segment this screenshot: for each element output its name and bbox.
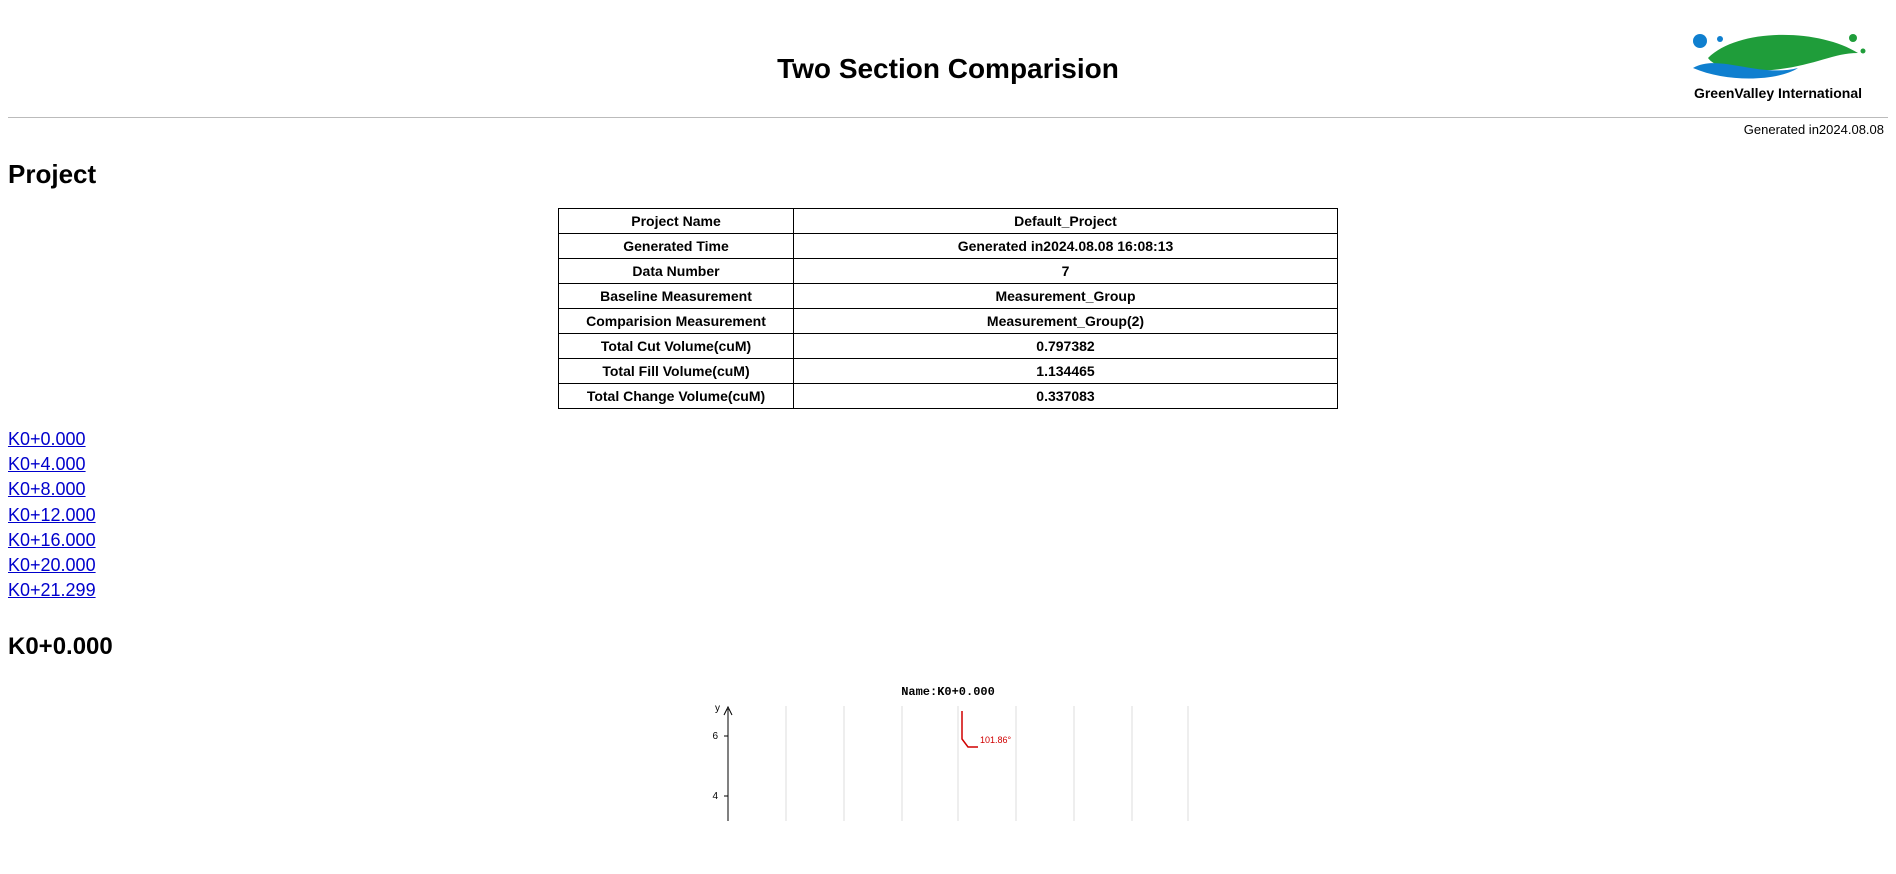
project-row: Total Cut Volume(cuM)0.797382 [559, 334, 1338, 359]
project-row-key: Baseline Measurement [559, 284, 794, 309]
project-row-value: Default_Project [794, 209, 1338, 234]
project-row: Generated TimeGenerated in2024.08.08 16:… [559, 234, 1338, 259]
project-row: Total Fill Volume(cuM)1.134465 [559, 359, 1338, 384]
y-tick-4: 4 [712, 791, 718, 802]
section-link[interactable]: K0+4.000 [8, 454, 86, 474]
chart-title-text: Name:K0+0.000 [901, 685, 995, 699]
project-info-table: Project NameDefault_ProjectGenerated Tim… [558, 208, 1338, 409]
chart-y-axis: y 6 4 [712, 703, 732, 821]
project-row-key: Project Name [559, 209, 794, 234]
brand-logo-text: GreenValley International [1688, 85, 1868, 101]
project-row-key: Data Number [559, 259, 794, 284]
section-link[interactable]: K0+16.000 [8, 530, 96, 550]
section-link[interactable]: K0+0.000 [8, 429, 86, 449]
project-row-key: Total Cut Volume(cuM) [559, 334, 794, 359]
project-row: Baseline MeasurementMeasurement_Group [559, 284, 1338, 309]
section-link[interactable]: K0+12.000 [8, 505, 96, 525]
section-chart: Name:K0+0.000 y 6 4 101.86 [668, 681, 1228, 821]
project-row-key: Total Fill Volume(cuM) [559, 359, 794, 384]
project-row: Total Change Volume(cuM)0.337083 [559, 384, 1338, 409]
project-row: Comparision MeasurementMeasurement_Group… [559, 309, 1338, 334]
project-row-value: 0.797382 [794, 334, 1338, 359]
y-tick-6: 6 [712, 731, 718, 742]
chart-profile-line: 101.86° [962, 711, 1012, 747]
project-row: Project NameDefault_Project [559, 209, 1338, 234]
report-header: Two Section Comparision GreenValley Inte… [8, 8, 1888, 118]
project-row-key: Total Change Volume(cuM) [559, 384, 794, 409]
section-heading: K0+0.000 [8, 633, 1888, 661]
project-row-value: Measurement_Group(2) [794, 309, 1338, 334]
chart-grid [728, 706, 1188, 821]
section-link[interactable]: K0+21.299 [8, 580, 96, 600]
project-row-key: Generated Time [559, 234, 794, 259]
project-row-value: 1.134465 [794, 359, 1338, 384]
greenvalley-logo-icon [1688, 23, 1868, 83]
project-row: Data Number7 [559, 259, 1338, 284]
section-link[interactable]: K0+8.000 [8, 479, 86, 499]
chart-annotation: 101.86° [980, 735, 1012, 745]
project-row-key: Comparision Measurement [559, 309, 794, 334]
project-row-value: 7 [794, 259, 1338, 284]
project-heading: Project [8, 159, 1888, 190]
section-links-list: K0+0.000 K0+4.000 K0+8.000 K0+12.000 K0+16.0… [8, 427, 1888, 603]
generated-date-line: Generated in2024.08.08 [8, 118, 1888, 137]
report-title: Two Section Comparision [8, 8, 1888, 85]
project-row-value: Generated in2024.08.08 16:08:13 [794, 234, 1338, 259]
svg-text:y: y [715, 703, 720, 714]
project-row-value: 0.337083 [794, 384, 1338, 409]
brand-logo: GreenValley International [1688, 23, 1868, 101]
section-link[interactable]: K0+20.000 [8, 555, 96, 575]
project-row-value: Measurement_Group [794, 284, 1338, 309]
